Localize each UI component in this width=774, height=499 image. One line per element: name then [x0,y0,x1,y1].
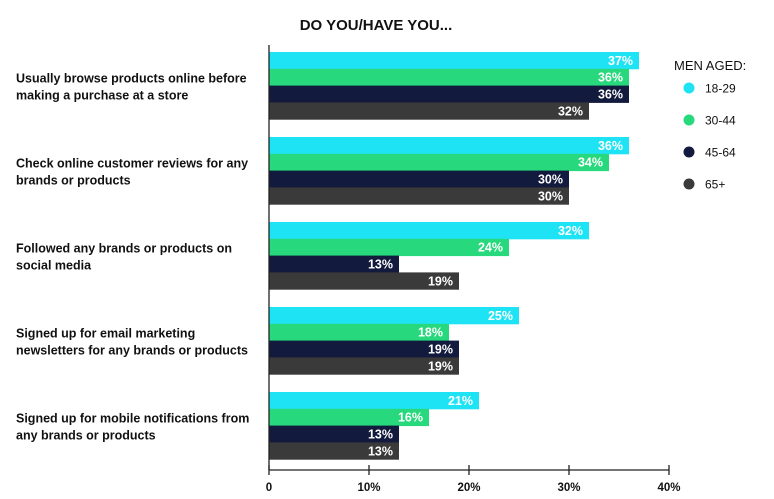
category-label: Signed up for email marketing newsletters… [16,327,248,358]
data-label: 37% [608,54,633,68]
data-label: 19% [428,274,453,288]
data-label: 16% [398,411,423,425]
x-tick-label: 40% [657,482,680,494]
legend-swatch [683,146,695,158]
x-tick-label: 30% [557,482,580,494]
category-labels: Usually browse products online before mak… [16,72,249,443]
chart: DO YOU/HAVE YOU... Usually browse produc… [16,17,746,494]
legend-title: MEN AGED: [674,58,746,73]
category-label: Check online customer reviews for any bra… [16,157,248,188]
data-label: 24% [478,241,503,255]
data-label: 34% [578,156,603,170]
bar [269,153,609,172]
legend-label: 45-64 [705,146,736,160]
legend-swatch [683,178,695,190]
legend-label: 65+ [705,178,725,192]
data-label: 30% [538,173,563,187]
data-label: 19% [428,343,453,357]
legend-swatch [683,82,695,94]
bar [269,187,569,205]
data-label: 19% [428,359,453,373]
data-label: 18% [418,326,443,340]
data-label: 36% [598,139,623,153]
bar [269,102,589,120]
bar [269,170,569,188]
x-tick-label: 0 [266,482,272,494]
bar [269,85,629,103]
x-tick-label: 10% [357,482,380,494]
bar [269,307,519,325]
data-label: 30% [538,189,563,203]
bar [269,222,589,240]
category-label: Followed any brands or products on social… [16,242,232,273]
data-label: 13% [368,258,393,272]
data-label: 25% [488,309,513,323]
data-label: 13% [368,428,393,442]
bars: 37% 36% 36% 32% 36% 34% 30% 30% 32% 24% 13% 19% 25% 1… [269,52,639,460]
legend-swatch [683,114,695,126]
category-label: Signed up for mobile notifications from a… [16,412,249,443]
data-label: 36% [598,71,623,85]
bar [269,52,639,70]
legend: MEN AGED: 18-29 30-44 45-64 65+ [674,58,746,192]
data-label: 36% [598,88,623,102]
data-label: 13% [368,444,393,458]
legend-label: 30-44 [705,114,736,128]
chart-title: DO YOU/HAVE YOU... [300,17,453,34]
legend-label: 18-29 [705,82,736,96]
bar [269,238,509,257]
bar [269,68,629,87]
data-label: 32% [558,104,583,118]
data-label: 21% [448,394,473,408]
data-label: 32% [558,224,583,238]
bar [269,137,629,155]
x-tick-label: 20% [457,482,480,494]
category-label: Usually browse products online before mak… [16,72,247,103]
